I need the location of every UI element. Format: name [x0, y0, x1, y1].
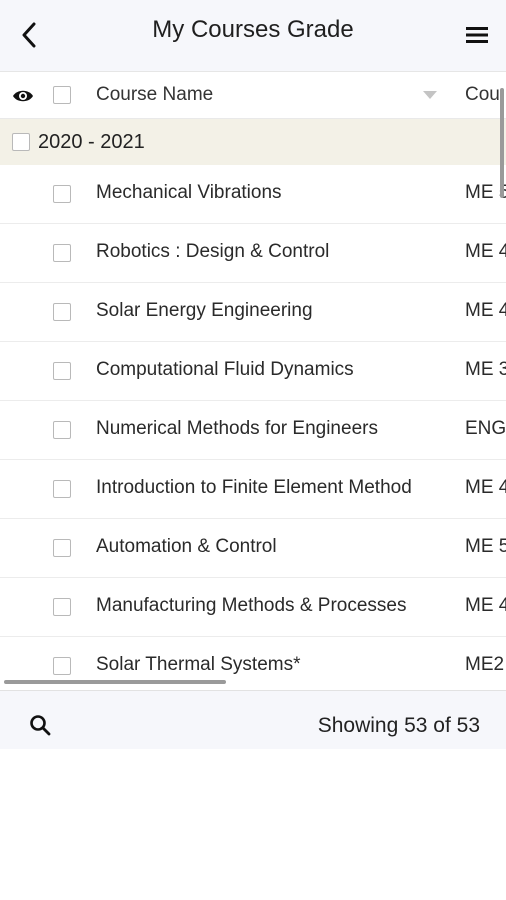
course-code: ME2 [465, 654, 505, 675]
grid-header-row: Course Name Cou [0, 72, 506, 119]
course-code: ENG [465, 418, 506, 439]
group-row-2020-2021[interactable]: 2020 - 2021 [0, 119, 506, 165]
row-checkbox[interactable] [53, 244, 71, 262]
record-count-status: Showing 53 of 53 [317, 714, 480, 737]
column-header-course-code[interactable]: Cou [465, 84, 500, 106]
course-code: ME 4 [465, 241, 506, 262]
table-row[interactable]: Robotics : Design & Control ME 4 [0, 224, 506, 283]
table-row[interactable]: Solar Energy Engineering ME 4 [0, 283, 506, 342]
column-header-course-name[interactable]: Course Name [96, 84, 213, 106]
row-checkbox[interactable] [53, 421, 71, 439]
page-title: My Courses Grade [152, 16, 354, 43]
menu-button[interactable] [462, 20, 492, 50]
table-row[interactable]: Computational Fluid Dynamics ME 3 [0, 342, 506, 401]
table-row[interactable]: Automation & Control ME 5 [0, 519, 506, 578]
search-icon[interactable] [28, 713, 52, 737]
table-row[interactable]: Mechanical Vibrations ME 5 [0, 165, 506, 224]
course-code: ME 5 [465, 536, 506, 557]
course-name: Introduction to Finite Element Method [96, 477, 412, 498]
course-name: Solar Thermal Systems* [96, 654, 301, 675]
course-name: Automation & Control [96, 536, 277, 557]
top-app-bar: My Courses Grade [0, 0, 506, 72]
course-name: Manufacturing Methods & Processes [96, 595, 407, 616]
course-code: ME 4 [465, 595, 506, 616]
row-checkbox[interactable] [53, 303, 71, 321]
row-checkbox[interactable] [53, 539, 71, 557]
course-code: ME 4 [465, 477, 506, 498]
horizontal-scrollbar[interactable] [4, 680, 226, 684]
row-checkbox[interactable] [53, 657, 71, 675]
vertical-scrollbar[interactable] [500, 88, 504, 198]
select-all-checkbox[interactable] [53, 86, 71, 104]
course-code: ME 3 [465, 359, 506, 380]
row-checkbox[interactable] [53, 185, 71, 203]
row-checkbox[interactable] [53, 598, 71, 616]
sort-down-icon[interactable] [423, 91, 437, 99]
eye-icon[interactable] [12, 88, 34, 104]
grid-footer: Showing 53 of 53 [0, 690, 506, 749]
course-name: Numerical Methods for Engineers [96, 418, 378, 439]
table-row[interactable]: Numerical Methods for Engineers ENG [0, 401, 506, 460]
group-checkbox[interactable] [12, 133, 30, 151]
group-label: 2020 - 2021 [38, 131, 145, 153]
course-name: Computational Fluid Dynamics [96, 359, 354, 380]
course-name: Robotics : Design & Control [96, 241, 330, 262]
course-name: Solar Energy Engineering [96, 300, 313, 321]
table-row[interactable]: Manufacturing Methods & Processes ME 4 [0, 578, 506, 637]
hamburger-menu-icon [466, 27, 488, 43]
course-name: Mechanical Vibrations [96, 182, 282, 203]
courses-grid: Course Name Cou 2020 - 2021 Mechanical V… [0, 72, 506, 690]
row-checkbox[interactable] [53, 480, 71, 498]
table-row[interactable]: Introduction to Finite Element Method ME… [0, 460, 506, 519]
course-code: ME 4 [465, 300, 506, 321]
row-checkbox[interactable] [53, 362, 71, 380]
